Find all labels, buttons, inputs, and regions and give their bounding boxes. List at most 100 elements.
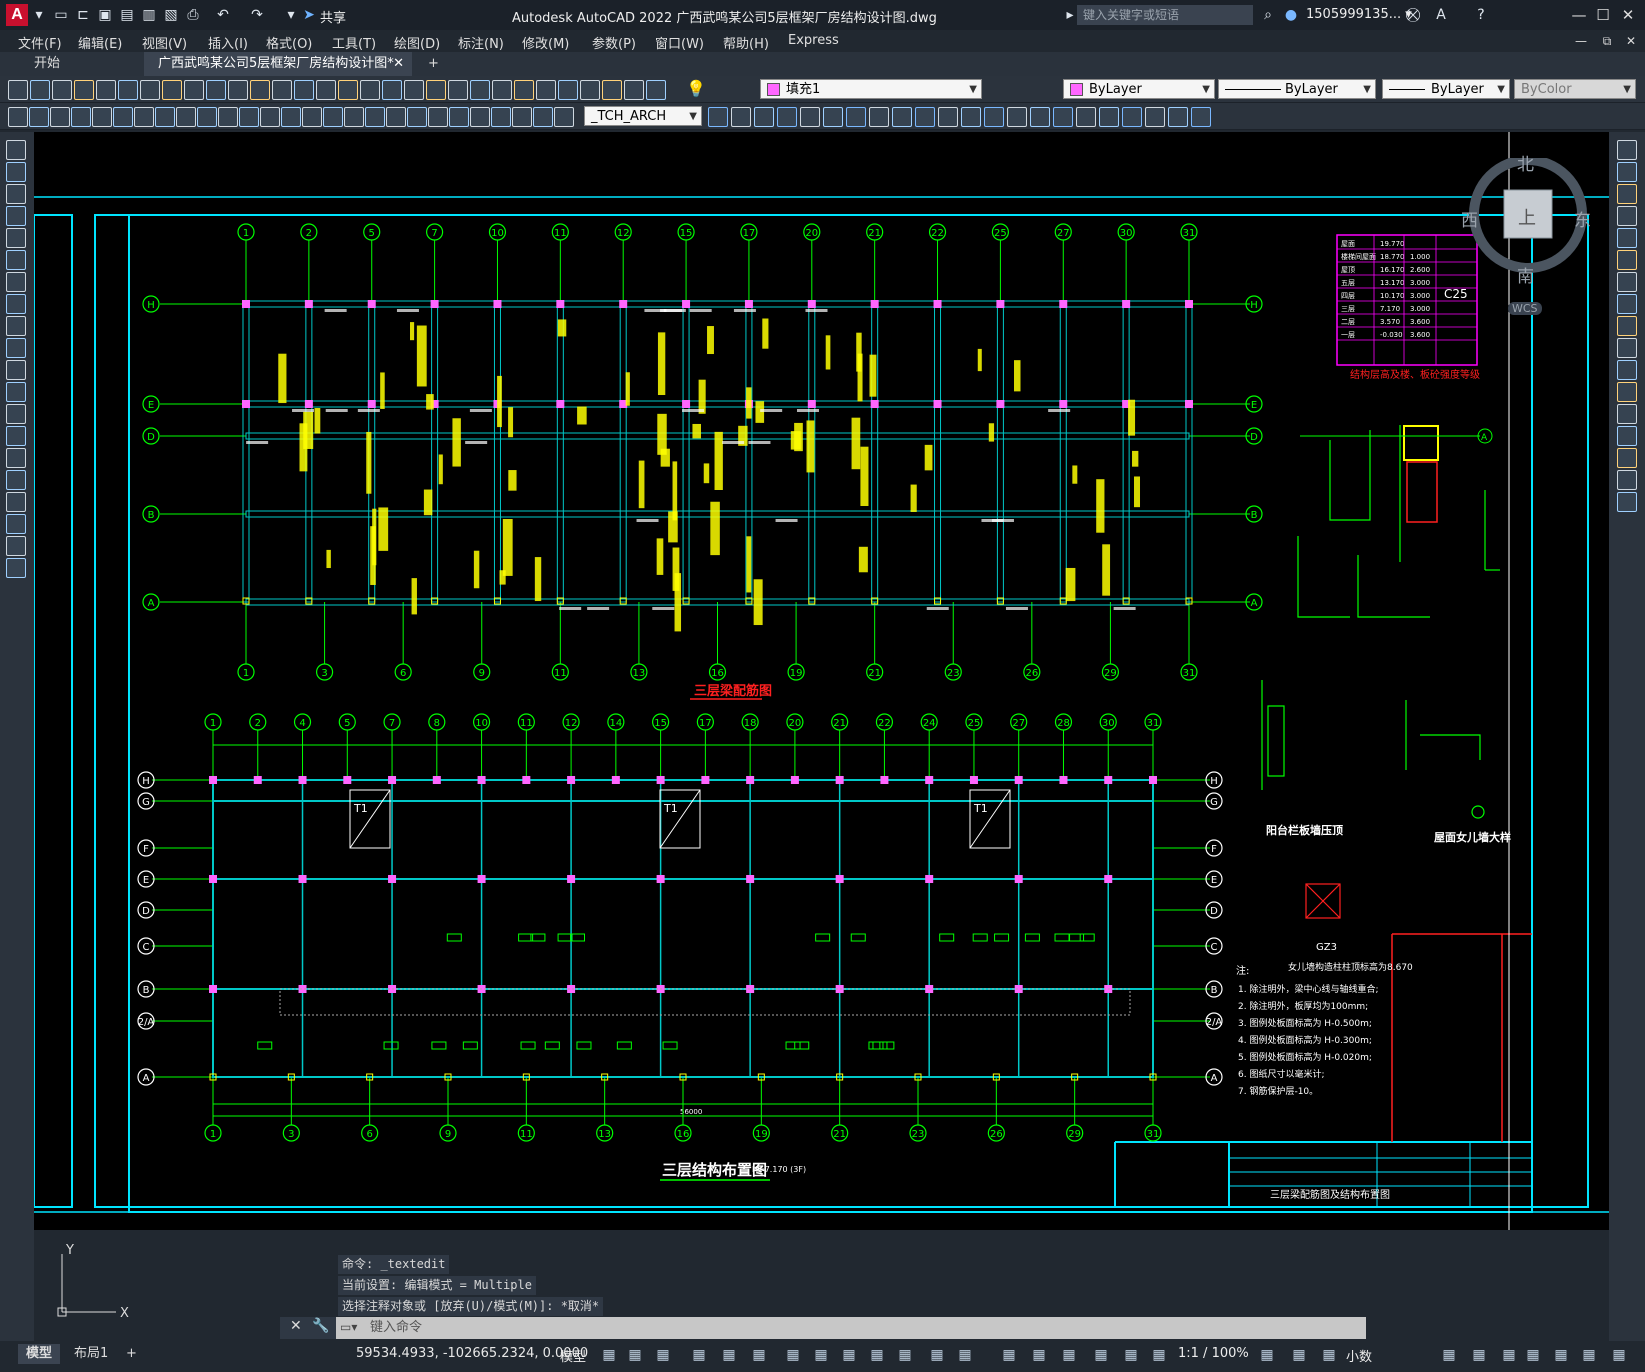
tool-icon[interactable] [52, 80, 72, 100]
tab-close-icon[interactable]: ✕ [393, 52, 404, 76]
menu-item[interactable]: Express [788, 33, 839, 49]
color-dropdown[interactable]: ByLayer ▼ [1063, 79, 1215, 99]
tool-icon[interactable] [294, 80, 314, 100]
tool-icon[interactable] [869, 107, 889, 127]
tool-icon[interactable] [915, 107, 935, 127]
tool-icon[interactable] [1617, 448, 1637, 468]
maximize-button[interactable]: ☐ [1592, 4, 1614, 26]
menu-item[interactable]: 格式(O) [266, 33, 312, 52]
tool-icon[interactable] [823, 107, 843, 127]
tool-icon[interactable] [344, 107, 364, 127]
quick-access-dropdown-icon[interactable]: ▾ [282, 6, 300, 24]
tool-icon[interactable] [1617, 250, 1637, 270]
status-toggle-icon[interactable]: ▦ [1610, 1346, 1628, 1364]
tool-icon[interactable] [1617, 338, 1637, 358]
status-toggle-icon[interactable]: ▦ [1470, 1346, 1488, 1364]
tool-icon[interactable] [646, 80, 666, 100]
tab-model[interactable]: 模型 [18, 1344, 61, 1364]
tool-icon[interactable] [6, 558, 26, 578]
tool-icon[interactable] [1076, 107, 1096, 127]
add-layout-button[interactable]: + [118, 1344, 145, 1364]
tool-icon[interactable] [250, 80, 270, 100]
tool-icon[interactable] [558, 80, 578, 100]
status-toggle-icon[interactable]: ▦ [1552, 1346, 1570, 1364]
tool-icon[interactable] [6, 140, 26, 160]
tool-icon[interactable] [8, 107, 28, 127]
tool-icon[interactable] [1617, 228, 1637, 248]
tool-icon[interactable] [754, 107, 774, 127]
status-toggle-icon[interactable]: ▦ [1500, 1346, 1518, 1364]
tool-icon[interactable] [800, 107, 820, 127]
tool-icon[interactable] [228, 80, 248, 100]
tool-icon[interactable] [260, 107, 280, 127]
tool-icon[interactable] [323, 107, 343, 127]
status-toggle-icon[interactable]: ▦ [1290, 1346, 1308, 1364]
status-toggle-icon[interactable]: ▦ [956, 1346, 974, 1364]
tool-icon[interactable] [6, 536, 26, 556]
tool-icon[interactable] [162, 80, 182, 100]
tool-icon[interactable] [6, 448, 26, 468]
search-input[interactable]: 键入关键字或短语 [1077, 5, 1253, 25]
menu-item[interactable]: 帮助(H) [723, 33, 769, 52]
lineweight-dropdown[interactable]: ByLayer ▼ [1382, 79, 1510, 99]
status-toggle-icon[interactable]: ▦ [720, 1346, 738, 1364]
tool-icon[interactable] [134, 107, 154, 127]
tool-icon[interactable] [961, 107, 981, 127]
menu-item[interactable]: 绘图(D) [394, 33, 440, 52]
command-input[interactable]: 键入命令 [336, 1317, 1366, 1339]
save-icon[interactable]: ▣ [96, 6, 114, 24]
tool-icon[interactable] [448, 80, 468, 100]
viewcube-top-face[interactable]: 上 [1518, 204, 1536, 230]
share-button[interactable]: 共享 [320, 7, 346, 26]
tool-icon[interactable] [6, 338, 26, 358]
share-icon[interactable]: ➤ [300, 6, 318, 24]
menu-item[interactable]: 编辑(E) [78, 33, 122, 52]
tool-icon[interactable] [580, 80, 600, 100]
lightbulb-icon[interactable]: 💡 [686, 80, 708, 98]
viewcube-west[interactable]: 西 [1461, 206, 1478, 231]
tool-icon[interactable] [272, 80, 292, 100]
menu-item[interactable]: 插入(I) [208, 33, 248, 52]
menu-item[interactable]: 窗口(W) [655, 33, 704, 52]
layer-dropdown[interactable]: 填充1 ▼ [760, 79, 982, 99]
tool-icon[interactable] [533, 107, 553, 127]
status-toggle-icon[interactable]: ▦ [1150, 1346, 1168, 1364]
tool-icon[interactable] [1007, 107, 1027, 127]
doc-close-button[interactable]: ✕ [1620, 30, 1642, 52]
tool-icon[interactable] [6, 426, 26, 446]
cart-icon[interactable]: ⛒ [1404, 6, 1422, 24]
tool-icon[interactable] [491, 107, 511, 127]
status-toggle-icon[interactable]: ▦ [654, 1346, 672, 1364]
menu-item[interactable]: 参数(P) [592, 33, 636, 52]
tool-icon[interactable] [1617, 492, 1637, 512]
tool-icon[interactable] [302, 107, 322, 127]
menu-item[interactable]: 视图(V) [142, 33, 187, 52]
tool-icon[interactable] [1617, 470, 1637, 490]
status-toggle-icon[interactable]: ▦ [896, 1346, 914, 1364]
tool-icon[interactable] [1617, 382, 1637, 402]
tool-icon[interactable] [404, 80, 424, 100]
status-toggle-icon[interactable]: ▦ [1122, 1346, 1140, 1364]
tool-icon[interactable] [602, 80, 622, 100]
tool-icon[interactable] [6, 206, 26, 226]
open-web-icon[interactable]: ▧ [162, 6, 180, 24]
tool-icon[interactable] [492, 80, 512, 100]
tool-icon[interactable] [1168, 107, 1188, 127]
customize-wrench-icon[interactable]: 🔧 [312, 1318, 329, 1334]
tool-icon[interactable] [239, 107, 259, 127]
doc-restore-button[interactable]: ⧉ [1596, 30, 1618, 52]
tool-icon[interactable] [50, 107, 70, 127]
status-toggle-icon[interactable]: ▦ [812, 1346, 830, 1364]
tool-icon[interactable] [777, 107, 797, 127]
tool-icon[interactable] [29, 107, 49, 127]
undo-icon[interactable]: ↶ [214, 6, 232, 24]
status-toggle-icon[interactable]: ▦ [868, 1346, 886, 1364]
status-toggle-icon[interactable]: ▦ [1092, 1346, 1110, 1364]
tool-icon[interactable] [6, 250, 26, 270]
tool-icon[interactable] [846, 107, 866, 127]
tool-icon[interactable] [382, 80, 402, 100]
tool-icon[interactable] [984, 107, 1004, 127]
tool-icon[interactable] [281, 107, 301, 127]
status-toggle-icon[interactable]: ▦ [1000, 1346, 1018, 1364]
plot-icon[interactable]: ⎙ [184, 6, 202, 24]
